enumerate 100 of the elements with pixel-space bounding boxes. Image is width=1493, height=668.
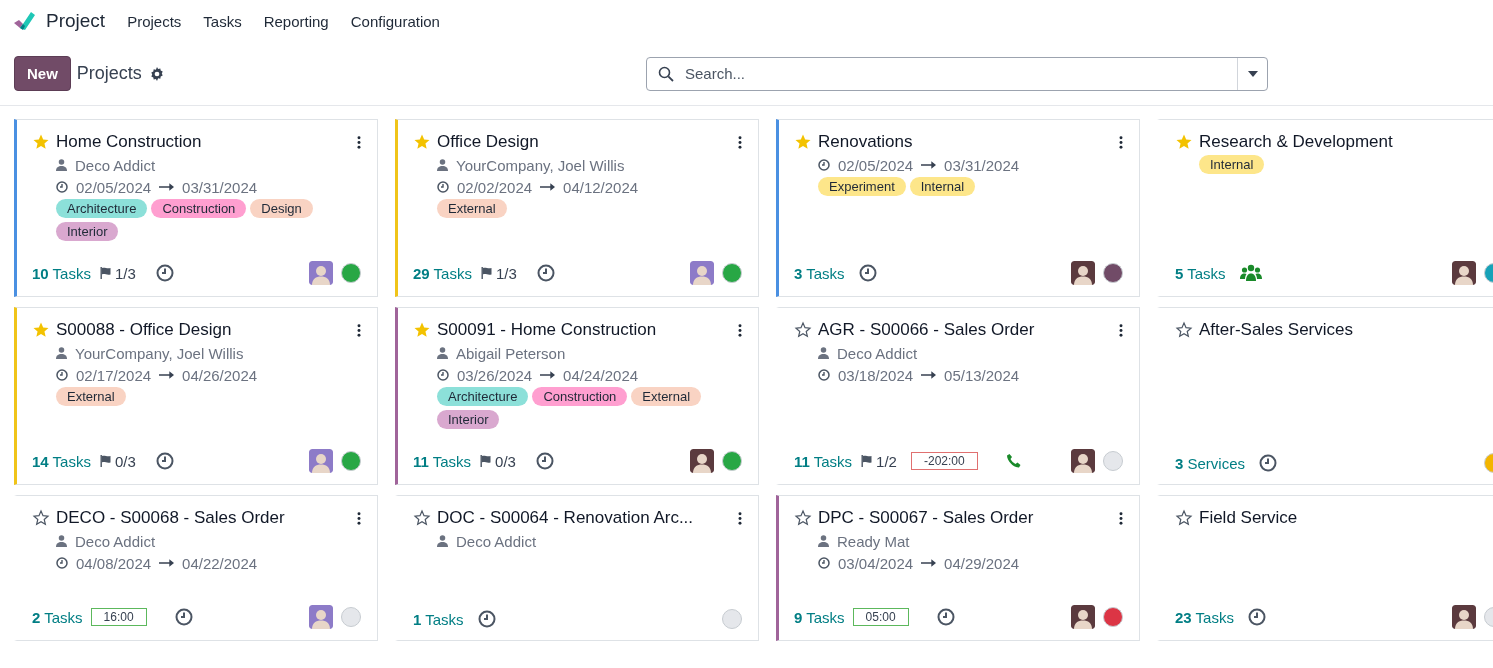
- person-icon: [56, 347, 67, 359]
- star-outline-icon[interactable]: [1175, 509, 1193, 527]
- clock-icon[interactable]: [1247, 608, 1266, 626]
- more-options-icon[interactable]: [1119, 323, 1123, 337]
- clock-icon[interactable]: [155, 264, 174, 282]
- group-icon[interactable]: [1239, 264, 1262, 282]
- caret-icon: [1247, 70, 1258, 77]
- milestone-count: 1/3: [114, 264, 136, 282]
- status-dot[interactable]: [1103, 451, 1123, 471]
- clock-icon[interactable]: [936, 608, 955, 626]
- arrow-right-icon: [540, 183, 556, 191]
- star-icon[interactable]: [794, 133, 812, 151]
- avatar[interactable]: [1452, 261, 1476, 285]
- task-count-link[interactable]: 2 Tasks: [32, 608, 83, 626]
- arrow-right-icon: [159, 559, 175, 567]
- task-count-link[interactable]: 9 Tasks: [794, 608, 845, 626]
- more-options-icon[interactable]: [738, 323, 742, 337]
- search-bar[interactable]: Search...: [646, 56, 1268, 91]
- start-date: 03/04/2024: [838, 554, 914, 572]
- clock-icon[interactable]: [174, 608, 193, 626]
- clock-icon: [56, 181, 68, 193]
- status-dot[interactable]: [722, 263, 742, 283]
- menu-item[interactable]: Projects: [127, 12, 182, 30]
- project-card[interactable]: DECO - S00068 - Sales Order Deco Addict 04/08/2024 04/22/2024 2 Tasks 16:00: [14, 495, 378, 641]
- project-card[interactable]: DPC - S00067 - Sales Order Ready Mat 03/04/2024 04/29/2024 9 Tasks 05:00: [776, 495, 1140, 641]
- task-count-link[interactable]: 23 Tasks: [1175, 608, 1234, 626]
- star-outline-icon[interactable]: [794, 509, 812, 527]
- project-card[interactable]: Research & Development Internal 5 Tasks: [1157, 119, 1493, 297]
- phone-icon[interactable]: [1005, 453, 1022, 469]
- tag: Internal: [1199, 155, 1265, 174]
- star-icon[interactable]: [1175, 133, 1193, 151]
- task-count-link[interactable]: 1 Tasks: [413, 610, 464, 628]
- clock-icon: [818, 557, 830, 569]
- new-button[interactable]: New: [14, 56, 71, 91]
- project-card[interactable]: S00088 - Office Design YourCompany, Joel Willis 02/17/2024 04/26/2024 External 14 Tasks 0/3: [14, 307, 378, 485]
- status-dot[interactable]: [722, 451, 742, 471]
- more-options-icon[interactable]: [357, 135, 361, 149]
- avatar[interactable]: [1071, 605, 1095, 629]
- star-outline-icon[interactable]: [794, 321, 812, 339]
- menu-item[interactable]: Configuration: [350, 12, 440, 30]
- clock-icon[interactable]: [858, 264, 877, 282]
- status-dot[interactable]: [722, 609, 742, 629]
- clock-icon: [437, 369, 449, 381]
- clock-icon[interactable]: [1259, 454, 1278, 472]
- task-count-link[interactable]: 10 Tasks: [32, 264, 91, 282]
- person-icon: [56, 535, 67, 547]
- project-card[interactable]: Renovations 02/05/2024 03/31/2024 Experiment Internal 3 Tasks: [776, 119, 1140, 297]
- clock-icon[interactable]: [155, 452, 174, 470]
- more-options-icon[interactable]: [1119, 135, 1123, 149]
- tag: External: [56, 387, 126, 406]
- more-options-icon[interactable]: [357, 323, 361, 337]
- milestone-count: 1/3: [495, 264, 517, 282]
- more-options-icon[interactable]: [1119, 511, 1123, 525]
- settings-icon[interactable]: [149, 66, 164, 81]
- star-outline-icon[interactable]: [32, 509, 50, 527]
- app-name[interactable]: Project: [46, 10, 106, 32]
- task-count-link[interactable]: 3 Services: [1175, 454, 1246, 472]
- star-icon[interactable]: [32, 321, 50, 339]
- flag-icon: [479, 267, 493, 279]
- task-count-link[interactable]: 14 Tasks: [32, 452, 91, 470]
- person-icon: [437, 535, 448, 547]
- star-icon[interactable]: [32, 133, 50, 151]
- customer-name: Deco Addict: [456, 532, 537, 550]
- avatar[interactable]: [690, 449, 714, 473]
- status-dot[interactable]: [1103, 607, 1123, 627]
- project-card[interactable]: DOC - S00064 - Renovation Arc... Deco Addict 1 Tasks: [395, 495, 759, 641]
- project-card[interactable]: Home Construction Deco Addict 02/05/2024 03/31/2024 Architecture Construction Design Interior 10 Tasks 1/3: [14, 119, 378, 297]
- project-card[interactable]: AGR - S00066 - Sales Order Deco Addict 03/18/2024 05/13/2024 11 Tasks 1/2 -202:00: [776, 307, 1140, 485]
- task-count-link[interactable]: 5 Tasks: [1175, 264, 1226, 282]
- project-card[interactable]: After-Sales Services 3 Services: [1157, 307, 1493, 485]
- clock-icon[interactable]: [477, 610, 496, 628]
- search-input[interactable]: Search...: [683, 64, 1228, 83]
- app-logo-icon[interactable]: [12, 9, 36, 33]
- avatar[interactable]: [1071, 261, 1095, 285]
- status-dot[interactable]: [341, 451, 361, 471]
- tag: Architecture: [56, 199, 148, 218]
- clock-icon[interactable]: [536, 264, 555, 282]
- project-card[interactable]: Office Design YourCompany, Joel Willis 02/02/2024 04/12/2024 External 29 Tasks 1/3: [395, 119, 759, 297]
- task-count-link[interactable]: 29 Tasks: [413, 264, 472, 282]
- avatar[interactable]: [1452, 605, 1476, 629]
- status-dot[interactable]: [341, 263, 361, 283]
- project-card[interactable]: S00091 - Home Construction Abigail Peterson 03/26/2024 04/24/2024 Architecture Construction External Interior 11 Tasks 0/3: [395, 307, 759, 485]
- star-icon[interactable]: [413, 321, 431, 339]
- status-dot[interactable]: [1103, 263, 1123, 283]
- task-count-link[interactable]: 11 Tasks: [794, 452, 853, 470]
- task-count-link[interactable]: 3 Tasks: [794, 264, 845, 282]
- task-count-link[interactable]: 11 Tasks: [413, 452, 472, 470]
- more-options-icon[interactable]: [357, 511, 361, 525]
- status-dot[interactable]: [341, 607, 361, 627]
- avatar[interactable]: [1071, 449, 1095, 473]
- clock-icon[interactable]: [535, 452, 554, 470]
- star-icon[interactable]: [413, 133, 431, 151]
- menu-item[interactable]: Tasks: [203, 12, 242, 30]
- star-outline-icon[interactable]: [413, 509, 431, 527]
- menu-item[interactable]: Reporting: [263, 12, 329, 30]
- project-card[interactable]: Field Service 23 Tasks: [1157, 495, 1493, 641]
- star-outline-icon[interactable]: [1175, 321, 1193, 339]
- more-options-icon[interactable]: [738, 135, 742, 149]
- more-options-icon[interactable]: [738, 511, 742, 525]
- person-icon: [437, 159, 448, 171]
